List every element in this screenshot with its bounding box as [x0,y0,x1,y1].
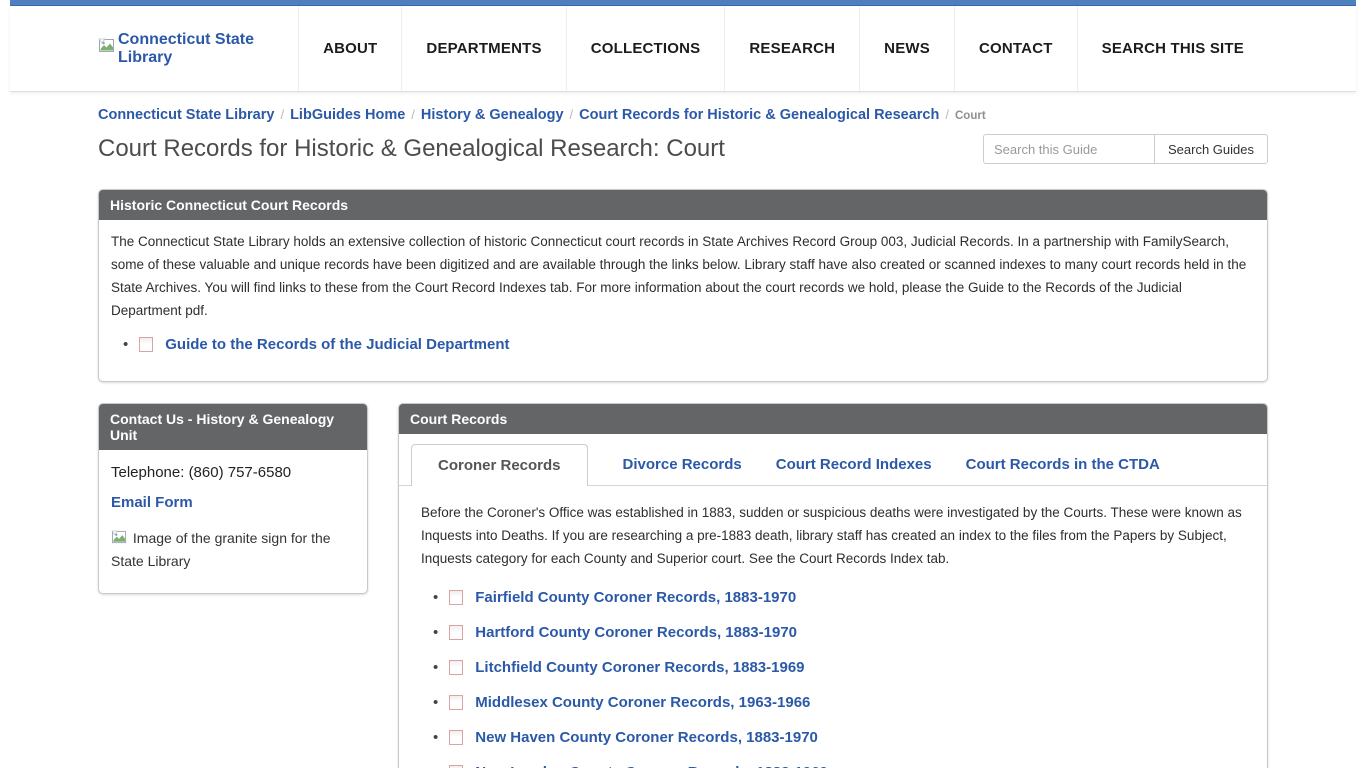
list-item: Litchfield County Coroner Records, 1883-… [433,659,1245,676]
document-thumbnail-icon [449,590,463,605]
fairfield-coroner-records-link[interactable]: Fairfield County Coroner Records, 1883-1… [475,589,796,606]
hartford-coroner-records-link[interactable]: Hartford County Coroner Records, 1883-19… [475,624,797,641]
breadcrumb-link-history-genealogy[interactable]: History & Genealogy [421,107,564,123]
breadcrumb-separator: / [945,107,949,122]
list-item: Guide to the Records of the Judicial Dep… [123,336,1255,353]
breadcrumb-separator: / [280,107,284,122]
document-thumbnail-icon [449,625,463,640]
document-thumbnail-icon [139,337,153,352]
court-records-box-title: Court Records [399,404,1267,434]
list-item: New Haven County Coroner Records, 1883-1… [433,729,1245,746]
broken-image-icon [111,530,133,546]
nav-item-departments[interactable]: DEPARTMENTS [401,6,565,91]
litchfield-coroner-records-link[interactable]: Litchfield County Coroner Records, 1883-… [475,659,804,676]
breadcrumb: Connecticut State Library / LibGuides Home… [98,92,1268,123]
breadcrumb-separator: / [570,107,574,122]
list-item: New London County Coroner Records, 1883-… [433,764,1245,768]
email-form-link[interactable]: Email Form [111,494,193,511]
historic-court-records-box-title: Historic Connecticut Court Records [99,190,1267,220]
document-thumbnail-icon [449,660,463,675]
historic-court-records-box: Historic Connecticut Court Records The C… [98,189,1268,382]
breadcrumb-current: Court [955,110,986,122]
nav-item-collections[interactable]: COLLECTIONS [566,6,725,91]
court-records-tabs: Coroner Records Divorce Records Court Re… [399,434,1267,486]
judicial-department-guide-link[interactable]: Guide to the Records of the Judicial Dep… [165,336,509,353]
nav-item-about[interactable]: ABOUT [298,6,401,91]
tab-divorce-records[interactable]: Divorce Records [606,444,759,485]
breadcrumb-link-libguides[interactable]: LibGuides Home [290,107,405,123]
granite-sign-image-alt: Image of the granite sign for the State … [111,527,355,573]
search-guides-button[interactable]: Search Guides [1154,134,1268,164]
contact-us-box: Contact Us - History & Genealogy Unit Te… [98,403,368,594]
tab-court-record-indexes[interactable]: Court Record Indexes [759,444,949,485]
breadcrumb-link-court-records-guide[interactable]: Court Records for Historic & Genealogica… [579,107,939,123]
nav-item-search-this-site[interactable]: SEARCH THIS SITE [1077,6,1268,91]
site-header: Connecticut State Library ABOUT DEPARTME… [10,6,1356,92]
contact-us-box-title: Contact Us - History & Genealogy Unit [99,404,367,450]
new-haven-coroner-records-link[interactable]: New Haven County Coroner Records, 1883-1… [475,729,818,746]
list-item: Fairfield County Coroner Records, 1883-1… [433,589,1245,606]
site-logo-link[interactable]: Connecticut State Library [98,6,298,91]
guide-search-input[interactable] [983,134,1155,164]
middlesex-coroner-records-link[interactable]: Middlesex County Coroner Records, 1963-1… [475,694,810,711]
page-title: Court Records for Historic & Genealogica… [98,135,725,163]
nav-item-news[interactable]: NEWS [859,6,954,91]
main-nav: ABOUT DEPARTMENTS COLLECTIONS RESEARCH N… [298,6,1268,91]
coroner-records-panel: Before the Coroner's Office was establis… [399,486,1267,768]
telephone-text: Telephone: (860) 757-6580 [111,464,355,481]
tab-coroner-records[interactable]: Coroner Records [411,444,588,486]
tab-court-records-in-ctda[interactable]: Court Records in the CTDA [949,444,1177,485]
breadcrumb-link-library[interactable]: Connecticut State Library [98,107,274,123]
nav-item-research[interactable]: RESEARCH [724,6,859,91]
coroner-records-paragraph: Before the Coroner's Office was establis… [421,501,1245,570]
document-thumbnail-icon [449,695,463,710]
document-thumbnail-icon [449,730,463,745]
new-london-coroner-records-link[interactable]: New London County Coroner Records, 1883-… [475,764,828,768]
list-item: Middlesex County Coroner Records, 1963-1… [433,694,1245,711]
breadcrumb-separator: / [411,107,415,122]
nav-item-contact[interactable]: CONTACT [954,6,1077,91]
broken-image-icon [98,38,116,59]
site-logo-text: Connecticut State Library [118,31,298,67]
court-records-box: Court Records Coroner Records Divorce Re… [398,403,1268,768]
historic-court-records-paragraph: The Connecticut State Library holds an e… [111,230,1255,322]
list-item: Hartford County Coroner Records, 1883-19… [433,624,1245,641]
guide-search: Search Guides [983,134,1268,164]
